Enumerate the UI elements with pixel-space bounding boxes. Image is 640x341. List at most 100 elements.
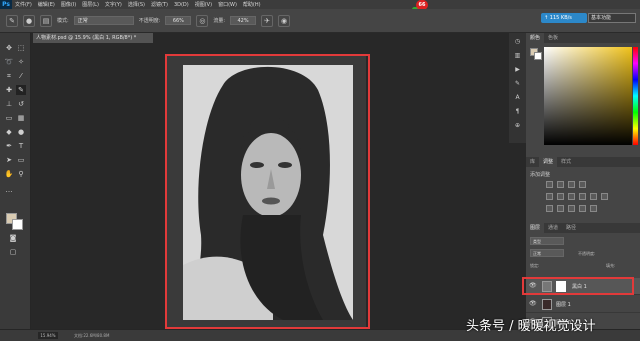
flow-label: 流量:	[213, 18, 226, 24]
tab-adjustments[interactable]: 调整	[539, 157, 558, 167]
hue-slider[interactable]	[633, 47, 638, 145]
flow-field[interactable]: 42%	[230, 16, 257, 25]
mode-label: 模式:	[57, 18, 69, 24]
eyedropper-icon[interactable]: ⁄	[16, 71, 26, 81]
layer-name[interactable]: 图层 1	[556, 301, 571, 308]
posterize-icon[interactable]	[557, 205, 564, 212]
threshold-icon[interactable]	[568, 205, 575, 212]
hue-saturation-icon[interactable]	[557, 193, 564, 200]
lasso-tool-icon[interactable]: ➰	[4, 57, 14, 67]
eraser-tool-icon[interactable]: ▭	[4, 113, 14, 123]
right-panels: 颜色 色板 库 调整 样式 添加调整 图层 通道 路径 类型 正常 不透明度: …	[522, 33, 640, 331]
paragraph-icon[interactable]: ¶	[513, 107, 522, 116]
brush-panel-icon[interactable]: ▤	[40, 14, 52, 27]
pen-tool-icon[interactable]: ✒	[4, 141, 14, 151]
menu-view[interactable]: 视图(V)	[192, 1, 215, 8]
zoom-tool-icon[interactable]: ⚲	[16, 169, 26, 179]
tab-swatches[interactable]: 色板	[544, 33, 562, 43]
photo-thumb	[542, 299, 552, 310]
gradient-map-icon[interactable]	[579, 205, 586, 212]
menu-layer[interactable]: 图层(L)	[79, 1, 102, 8]
crop-tool-icon[interactable]: ⌗	[4, 71, 14, 81]
pressure-opacity-icon[interactable]: ◎	[196, 14, 209, 27]
brush-settings-icon[interactable]: ✎	[513, 79, 522, 88]
color-picker-field[interactable]	[544, 47, 632, 145]
tab-paths[interactable]: 路径	[562, 223, 580, 233]
dodge-tool-icon[interactable]: ●	[16, 127, 26, 137]
character-icon[interactable]: A	[513, 93, 522, 102]
color-panel-tabs: 颜色 色板	[526, 33, 640, 43]
menu-image[interactable]: 图像(I)	[58, 1, 79, 8]
marquee-tool-icon[interactable]: ⬚	[16, 43, 26, 53]
menu-select[interactable]: 选择(S)	[125, 1, 148, 8]
path-select-icon[interactable]: ➤	[4, 155, 14, 165]
airbrush-icon[interactable]: ✈	[261, 14, 274, 27]
blend-mode-select[interactable]: 正常	[530, 249, 564, 257]
pressure-size-icon[interactable]: ◉	[278, 14, 291, 27]
zoom-level[interactable]: 15.94%	[38, 332, 58, 339]
history-brush-icon[interactable]: ↺	[16, 99, 26, 109]
clone-source-icon[interactable]: ⊕	[513, 121, 522, 130]
panel-background-swatch[interactable]	[534, 52, 542, 60]
tab-layers[interactable]: 图层	[526, 223, 545, 233]
menu-window[interactable]: 窗口(W)	[215, 1, 240, 8]
mode-select[interactable]: 正常	[73, 16, 134, 25]
black-white-icon[interactable]	[579, 193, 586, 200]
hand-tool-icon[interactable]: ✋	[4, 169, 14, 179]
levels-icon[interactable]	[557, 181, 564, 188]
tab-styles[interactable]: 样式	[557, 157, 575, 167]
shape-tool-icon[interactable]: ▭	[16, 155, 26, 165]
tab-channels[interactable]: 通道	[544, 223, 562, 233]
menu-type[interactable]: 文字(Y)	[102, 1, 125, 8]
brightness-icon[interactable]	[546, 181, 553, 188]
quick-select-icon[interactable]: ✧	[16, 57, 26, 67]
layer-kind-filter[interactable]: 类型	[530, 237, 564, 245]
tab-libraries[interactable]: 库	[526, 157, 539, 167]
tab-color[interactable]: 颜色	[526, 33, 545, 43]
move-tool-icon[interactable]: ✥	[4, 43, 14, 53]
color-balance-icon[interactable]	[568, 193, 575, 200]
menu-help[interactable]: 帮助(H)	[240, 1, 264, 8]
photo-filter-icon[interactable]	[590, 193, 597, 200]
stamp-tool-icon[interactable]: ⊥	[4, 99, 14, 109]
fill-label: 填充:	[606, 263, 616, 268]
vibrance-icon[interactable]	[546, 193, 553, 200]
screen-mode-icon[interactable]: ▢	[8, 247, 18, 257]
healing-brush-icon[interactable]: ✚	[4, 85, 14, 95]
menu-3d[interactable]: 3D(D)	[171, 2, 192, 8]
background-color-swatch[interactable]	[12, 219, 23, 230]
brush-tool-icon[interactable]: ✎	[16, 85, 26, 95]
brush-preset-icon[interactable]: ●	[23, 14, 35, 27]
layer-row[interactable]: 👁 图层 1	[526, 296, 640, 313]
blur-tool-icon[interactable]: ◆	[4, 127, 14, 137]
canvas-area[interactable]	[32, 43, 522, 329]
channel-mixer-icon[interactable]	[601, 193, 608, 200]
exposure-icon[interactable]	[579, 181, 586, 188]
menu-file[interactable]: 文件(F)	[12, 1, 35, 8]
document-size: 文档:22.6M/80.8M	[74, 333, 110, 338]
gradient-tool-icon[interactable]: ▦	[16, 113, 26, 123]
invert-icon[interactable]	[546, 205, 553, 212]
network-speed-badge: ↑ 115 KB/s	[541, 13, 587, 23]
opacity-label: 不透明度:	[138, 18, 161, 24]
curves-icon[interactable]	[568, 181, 575, 188]
quick-mask-icon[interactable]: ◙	[8, 233, 18, 243]
document-tab[interactable]: 人物素材.psd @ 15.9% (黑白 1, RGB/8*) *	[33, 33, 153, 43]
properties-icon[interactable]: ▥	[513, 51, 522, 60]
workspace-label: 基本功能	[591, 15, 612, 21]
actions-icon[interactable]: ▶	[513, 65, 522, 74]
brush-tool-icon[interactable]: ✎	[6, 14, 18, 27]
menu-bar: Ps 文件(F) 编辑(E) 图像(I) 图层(L) 文字(Y) 选择(S) 滤…	[0, 0, 640, 9]
selective-color-icon[interactable]	[590, 205, 597, 212]
type-tool-icon[interactable]: T	[16, 141, 26, 151]
history-icon[interactable]: ◷	[513, 37, 522, 46]
collapsed-panel-dock: ◷ ▥ ▶ ✎ A ¶ ⊕	[509, 33, 526, 143]
canvas-highlight-frame	[165, 54, 370, 329]
menu-edit[interactable]: 编辑(E)	[35, 1, 58, 8]
visibility-eye-icon[interactable]: 👁	[529, 300, 537, 307]
add-adjustment-title: 添加调整	[530, 172, 551, 178]
tools-panel: ✥ ⬚ ➰ ✧ ⌗ ⁄ ✚ ✎ ⊥ ↺ ▭ ▦ ◆ ● ✒ T ➤ ▭ ✋ ⚲ …	[0, 33, 31, 329]
more-tools-icon[interactable]: …	[4, 185, 14, 195]
opacity-field[interactable]: 66%	[165, 16, 192, 25]
menu-filter[interactable]: 滤镜(T)	[148, 1, 171, 8]
